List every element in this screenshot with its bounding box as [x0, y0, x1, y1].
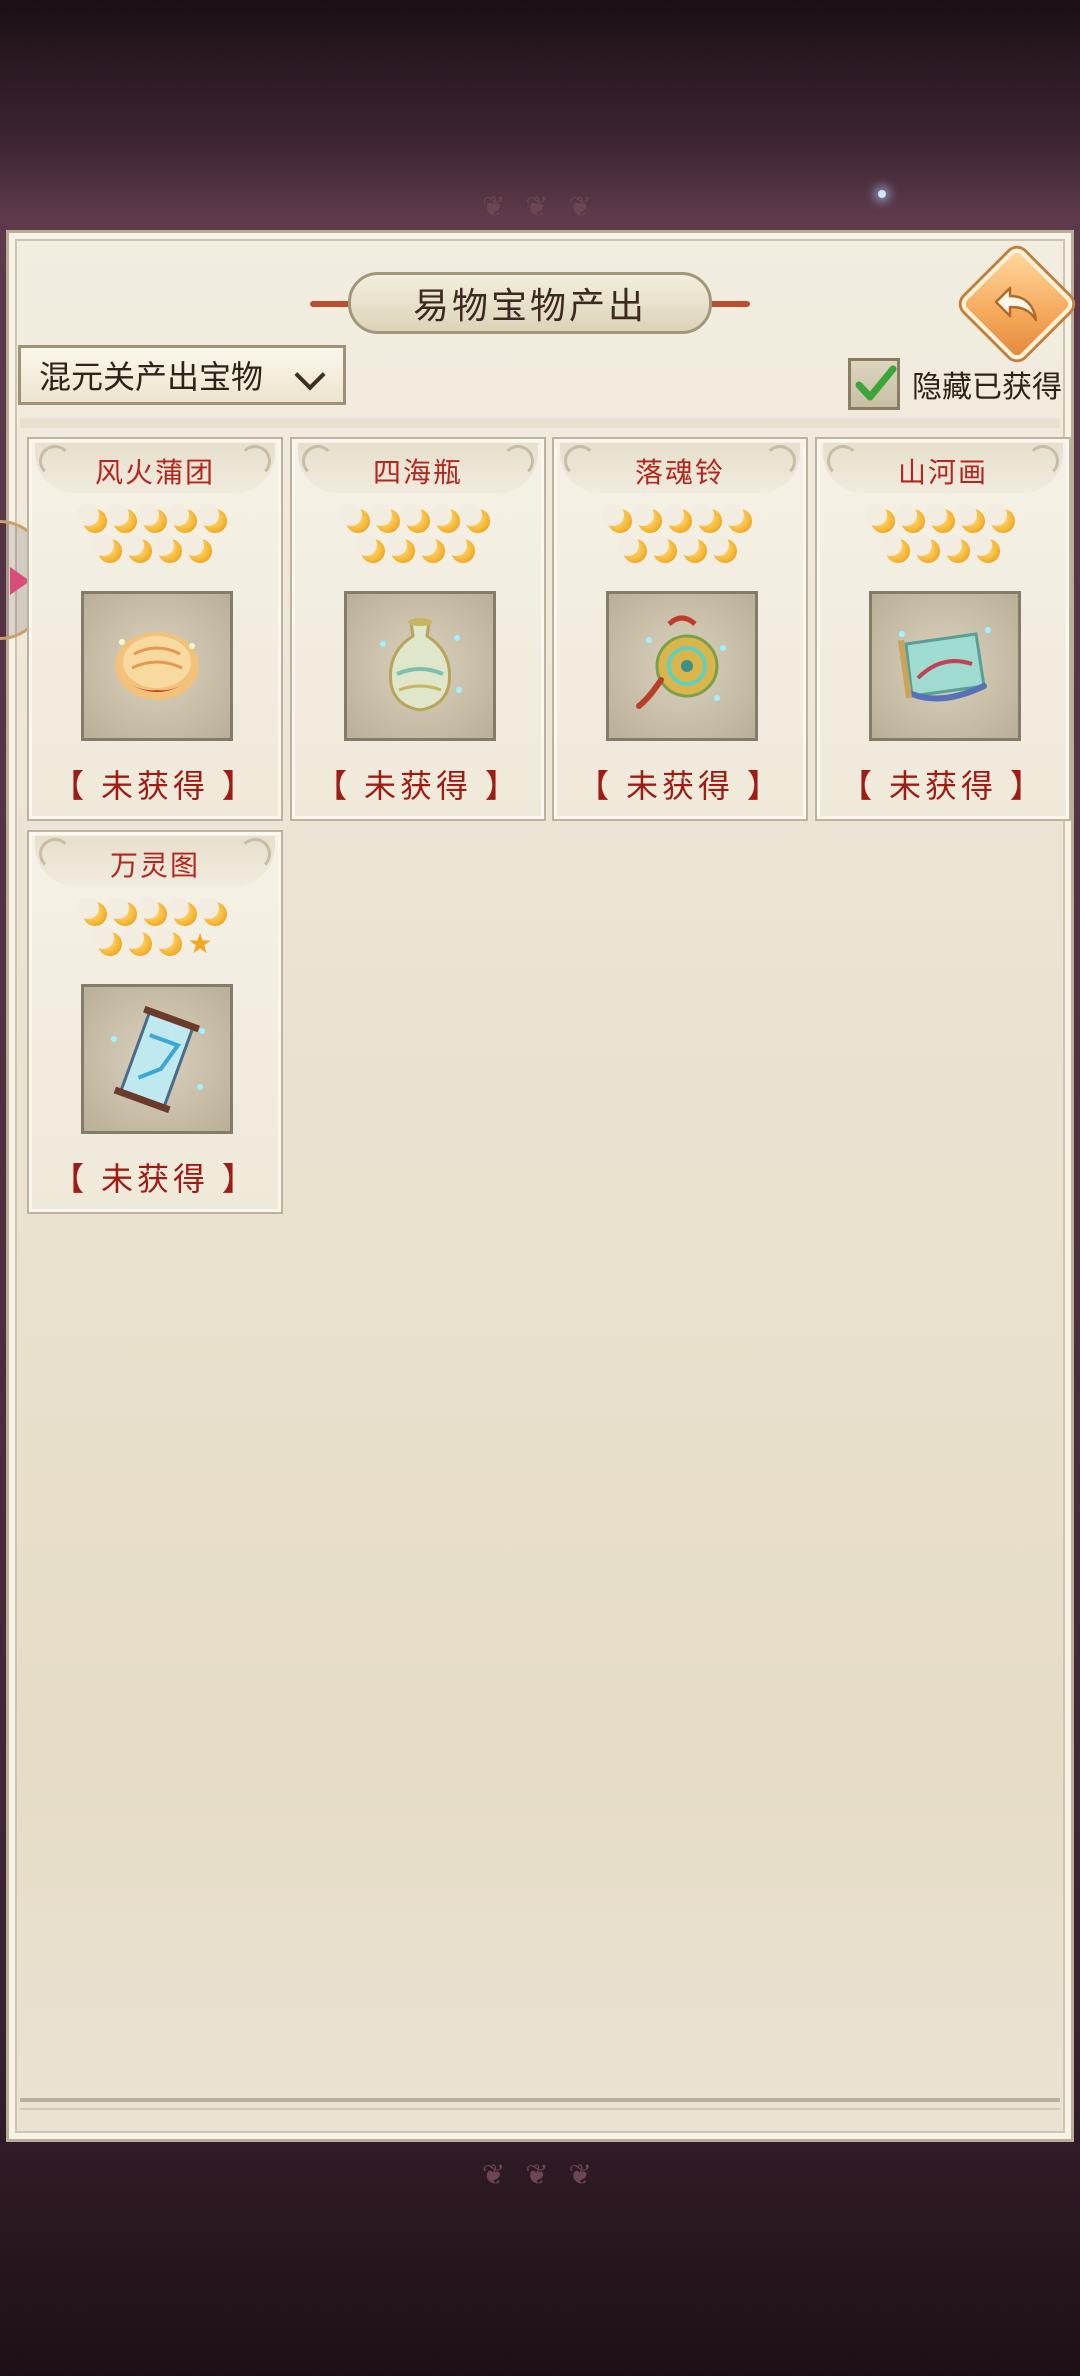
moon-icon: [662, 504, 694, 535]
moon-icon: [692, 504, 724, 535]
treasure-status: 【 未获得 】: [840, 768, 1046, 804]
moon-icon: [895, 504, 927, 535]
treasure-rating: [29, 504, 281, 567]
treasure-card[interactable]: 四海瓶 【 未获得 】: [290, 437, 546, 821]
treasure-name: 风火蒲团: [94, 457, 215, 488]
moon-icon: [370, 504, 402, 535]
sparkle-icon: [878, 190, 886, 198]
content-divider: [20, 418, 1060, 428]
treasure-name: 四海瓶: [372, 457, 463, 488]
moon-icon: [430, 504, 462, 535]
moon-icon: [152, 927, 184, 958]
bottom-ornament: ❦ ❦ ❦: [482, 2159, 598, 2190]
hide-obtained-toggle[interactable]: 隐藏已获得: [848, 356, 1062, 412]
moon-icon: [445, 534, 477, 565]
page-title: 易物宝物产出: [348, 272, 712, 334]
moon-icon: [355, 534, 387, 565]
moon-icon: [910, 534, 942, 565]
moon-icon: [415, 534, 447, 565]
scroll-painting-icon: [869, 591, 1021, 741]
vase-icon: [344, 591, 496, 741]
panel-divider: [20, 2098, 1060, 2102]
treasure-status: 【 未获得 】: [577, 768, 783, 804]
treasure-name: 山河画: [897, 457, 988, 488]
moon-icon: [880, 534, 912, 565]
moon-icon: [970, 534, 1002, 565]
chevron-down-icon: [294, 359, 326, 391]
top-ornament: ❦ ❦ ❦: [482, 191, 598, 222]
moon-icon: [955, 504, 987, 535]
moon-icon: [925, 504, 957, 535]
panel-divider-thin: [20, 2108, 1060, 2110]
treasure-rating: [554, 504, 806, 567]
return-arrow-icon: [979, 266, 1055, 342]
bell-icon: [606, 591, 758, 741]
moon-icon: [197, 504, 229, 535]
hanging-scroll-icon: [81, 984, 233, 1134]
treasure-card[interactable]: 落魂铃 【 未获得 】: [552, 437, 808, 821]
moon-icon: [77, 504, 109, 535]
moon-icon: [617, 534, 649, 565]
moon-icon: [940, 534, 972, 565]
moon-icon: [182, 534, 214, 565]
treasure-rating: [292, 504, 544, 567]
treasure-card[interactable]: 山河画 【 未获得 】: [815, 437, 1071, 821]
moon-icon: [707, 534, 739, 565]
moon-icon: [400, 504, 432, 535]
moon-icon: [137, 897, 169, 928]
moon-icon: [92, 534, 124, 565]
moon-icon: [77, 897, 109, 928]
treasure-rating: ★: [29, 897, 281, 960]
moon-icon: [602, 504, 634, 535]
treasure-rating: [817, 504, 1069, 567]
moon-icon: [152, 534, 184, 565]
treasure-card[interactable]: 万灵图 ★ 【 未获得 】: [27, 830, 283, 1214]
moon-icon: [865, 504, 897, 535]
hide-obtained-checkbox[interactable]: [848, 358, 900, 410]
moon-icon: [722, 504, 754, 535]
hide-obtained-label: 隐藏已获得: [912, 371, 1062, 404]
moon-icon: [197, 897, 229, 928]
moon-icon: [985, 504, 1017, 535]
moon-icon: [632, 504, 664, 535]
treasure-card[interactable]: 风火蒲团 【 未获得 】: [27, 437, 283, 821]
moon-icon: [167, 897, 199, 928]
treasure-status: 【 未获得 】: [52, 1161, 258, 1197]
moon-icon: [122, 927, 154, 958]
moon-icon: [677, 534, 709, 565]
moon-icon: [122, 534, 154, 565]
moon-icon: [340, 504, 372, 535]
moon-icon: [107, 897, 139, 928]
cushion-icon: [81, 591, 233, 741]
treasure-status: 【 未获得 】: [52, 768, 258, 804]
moon-icon: [385, 534, 417, 565]
treasure-name: 万灵图: [109, 850, 200, 881]
treasure-name: 落魂铃: [634, 457, 725, 488]
title-plaque: 易物宝物产出: [310, 268, 750, 338]
moon-icon: [647, 534, 679, 565]
moon-icon: [167, 504, 199, 535]
checkmark-icon: [855, 365, 897, 401]
star-icon: ★: [187, 928, 213, 959]
moon-icon: [92, 927, 124, 958]
moon-icon: [107, 504, 139, 535]
moon-icon: [137, 504, 169, 535]
moon-icon: [460, 504, 492, 535]
treasure-status: 【 未获得 】: [315, 768, 521, 804]
dropdown-selected-label: 混元关产出宝物: [39, 359, 264, 395]
treasure-source-dropdown[interactable]: 混元关产出宝物: [18, 345, 346, 405]
